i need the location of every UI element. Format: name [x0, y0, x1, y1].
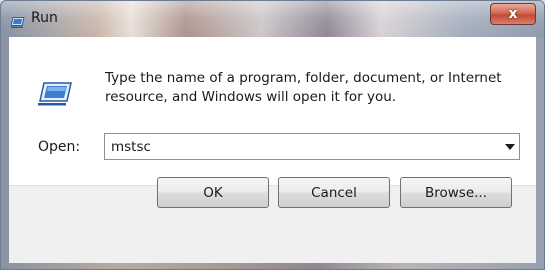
open-combobox[interactable] [104, 133, 520, 160]
instruction-line-2: resource, and Windows will open it for y… [105, 89, 397, 105]
run-icon [38, 82, 72, 106]
open-input[interactable] [105, 134, 485, 159]
instruction-line-1: Type the name of a program, folder, docu… [105, 70, 502, 86]
chevron-down-icon[interactable] [505, 144, 515, 150]
ok-button[interactable]: OK [157, 177, 269, 208]
run-icon [10, 13, 25, 28]
open-label: Open: [38, 139, 81, 155]
dialog-body: Type the name of a program, folder, docu… [9, 37, 536, 263]
window-title: Run [31, 10, 58, 26]
browse-button[interactable]: Browse... [400, 177, 512, 208]
instruction-text: Type the name of a program, folder, docu… [105, 69, 520, 107]
run-dialog-window: Run x Type the name of a program, folder… [0, 0, 545, 270]
dialog-main-panel: Type the name of a program, folder, docu… [9, 37, 536, 185]
title-bar[interactable]: Run x [1, 1, 544, 37]
close-icon: x [508, 6, 518, 22]
cancel-button[interactable]: Cancel [278, 177, 390, 208]
close-button[interactable]: x [490, 3, 536, 25]
